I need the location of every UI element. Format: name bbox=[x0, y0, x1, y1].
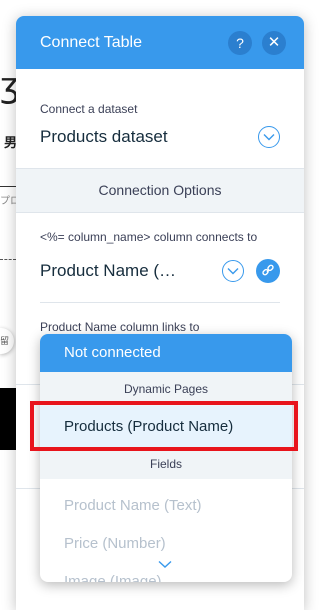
panel-title: Connect Table bbox=[40, 33, 142, 51]
column-field-select[interactable]: Product Name (… bbox=[40, 258, 280, 284]
dropdown-option-product-name-text: Product Name (Text) bbox=[64, 497, 202, 514]
column-field-value: Product Name (… bbox=[40, 261, 177, 280]
scroll-down-icon[interactable] bbox=[158, 556, 172, 574]
dataset-value: Products dataset bbox=[40, 127, 168, 146]
dataset-label: Connect a dataset bbox=[40, 102, 138, 116]
links-to-label: Product Name column links to bbox=[40, 320, 200, 334]
dataset-select[interactable]: Products dataset bbox=[40, 124, 280, 150]
chevron-down-icon[interactable] bbox=[258, 126, 280, 148]
bg-dashed-guide bbox=[0, 259, 16, 260]
link-icon[interactable] bbox=[256, 259, 280, 283]
chevron-down-icon[interactable] bbox=[222, 260, 244, 282]
bg-side-handle[interactable]: 留 bbox=[0, 328, 14, 354]
connection-options-header: Connection Options bbox=[16, 168, 304, 213]
links-to-dropdown: Not connected Dynamic Pages Products (Pr… bbox=[40, 334, 292, 582]
panel-header: Connect Table ? ✕ bbox=[16, 16, 304, 69]
column-connect-label: <%= column_name> column connects to bbox=[40, 230, 258, 244]
section-divider bbox=[40, 302, 280, 303]
dropdown-option-not-connected[interactable]: Not connected bbox=[40, 334, 292, 372]
highlight-annotation bbox=[30, 401, 298, 451]
dropdown-group-fields: Fields bbox=[40, 448, 292, 479]
help-icon[interactable]: ? bbox=[228, 30, 252, 55]
close-icon[interactable]: ✕ bbox=[262, 30, 286, 55]
bg-divider bbox=[0, 186, 16, 187]
